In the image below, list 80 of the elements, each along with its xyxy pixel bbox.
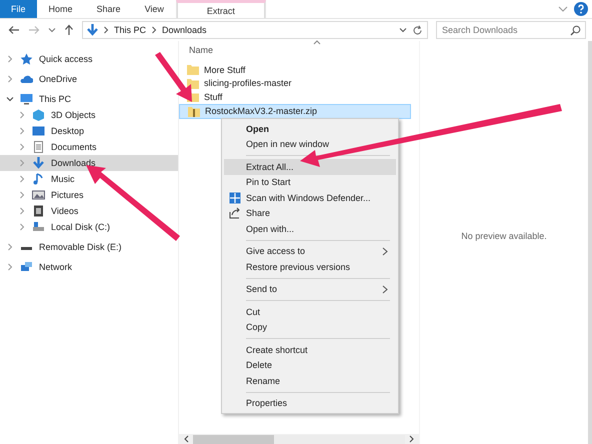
collapse-icon[interactable] <box>6 95 14 103</box>
star-icon <box>20 53 33 65</box>
menu-item[interactable]: Rename <box>224 373 396 388</box>
menu-item[interactable]: Copy <box>224 320 396 335</box>
scroll-left-icon[interactable] <box>183 435 191 443</box>
video-icon <box>32 205 45 217</box>
menu-item[interactable]: Cut <box>224 304 396 320</box>
address-field[interactable]: This PC Downloads <box>82 21 428 39</box>
menu-item[interactable]: Send to <box>224 282 396 297</box>
annotation-arrow <box>155 52 192 102</box>
nav-item[interactable]: Pictures <box>0 187 178 203</box>
nav-item[interactable]: 3D Objects <box>0 107 178 123</box>
preview-message: No preview available. <box>461 231 547 243</box>
ribbon-tab[interactable]: Home <box>36 0 85 18</box>
download-icon <box>32 157 45 169</box>
menu-item[interactable]: Properties <box>224 396 396 411</box>
nav-item[interactable]: OneDrive <box>0 71 178 87</box>
file-tab[interactable]: File <box>0 0 37 18</box>
share-icon <box>229 207 241 220</box>
file-item[interactable]: More Stuff <box>179 63 419 76</box>
cube-icon <box>32 109 45 121</box>
folder-icon <box>187 64 199 76</box>
menu-item[interactable]: Open with... <box>224 221 396 236</box>
expand-icon[interactable] <box>6 75 14 83</box>
picture-icon <box>32 189 45 201</box>
file-item[interactable]: RostockMaxV3.2-master.zip <box>179 104 411 119</box>
up-icon[interactable] <box>64 24 74 36</box>
nav-item[interactable]: Documents <box>0 139 178 155</box>
ribbon-tab[interactable]: Share <box>84 0 133 18</box>
chevron-icon[interactable] <box>558 5 568 13</box>
help-icon[interactable] <box>574 2 588 16</box>
scrollbar-thumb[interactable] <box>193 434 274 444</box>
breadcrumb[interactable]: Downloads <box>162 25 207 35</box>
nav-item[interactable]: Quick access <box>0 51 178 67</box>
ribbon-tab[interactable]: Extract <box>176 0 266 18</box>
folder-icon <box>187 78 199 89</box>
nav-item[interactable]: Local Disk (C:) <box>0 219 178 235</box>
search-field[interactable]: Search Downloads <box>436 21 586 39</box>
refresh-icon[interactable] <box>412 24 423 36</box>
scroll-right-icon[interactable] <box>407 435 415 443</box>
expand-icon[interactable] <box>6 243 14 251</box>
desktop-icon <box>32 125 45 137</box>
nav-item[interactable]: Music <box>0 171 178 187</box>
back-icon[interactable] <box>8 25 20 35</box>
menu-item[interactable]: Open in new window <box>224 136 396 152</box>
menu-item[interactable]: Pin to Start <box>224 174 396 190</box>
column-header[interactable]: Name <box>189 45 214 55</box>
chevron-icon <box>103 26 109 34</box>
dropdown-icon[interactable] <box>48 27 56 33</box>
nav-item[interactable]: Network <box>0 259 178 275</box>
zip-folder-icon <box>188 106 200 117</box>
nav-item[interactable]: Downloads <box>0 155 178 171</box>
menu-item[interactable]: Open <box>224 121 396 136</box>
dropdown-icon[interactable] <box>399 27 407 33</box>
music-icon <box>32 173 45 185</box>
sort-icon <box>313 40 321 45</box>
disk-icon <box>32 221 45 233</box>
chevron-icon <box>151 26 158 34</box>
breadcrumb[interactable]: This PC <box>114 25 146 35</box>
expand-icon[interactable] <box>6 263 14 271</box>
forward-icon[interactable] <box>28 25 40 35</box>
menu-item[interactable]: Restore previous versions <box>224 259 396 274</box>
menu-item[interactable]: Delete <box>224 358 396 373</box>
nav-item[interactable]: Removable Disk (E:) <box>0 239 178 255</box>
menu-item[interactable]: Give access to <box>224 244 396 259</box>
pc-icon <box>20 93 33 105</box>
menu-item[interactable]: Scan with Windows Defender... <box>224 190 396 206</box>
network-icon <box>20 261 33 273</box>
menu-item[interactable]: Share <box>224 206 396 221</box>
menu-item[interactable]: Create shortcut <box>224 342 396 358</box>
menu-item[interactable]: Extract All... <box>224 159 396 174</box>
search-icon <box>570 25 581 36</box>
cloud-icon <box>20 73 33 85</box>
nav-item[interactable]: Videos <box>0 203 178 219</box>
doc-icon <box>32 141 45 153</box>
nav-item[interactable]: This PC <box>0 91 178 107</box>
nav-item[interactable]: Desktop <box>0 123 178 139</box>
download-icon <box>87 24 98 36</box>
expand-icon[interactable] <box>6 55 14 63</box>
ribbon-tab[interactable]: View <box>132 0 176 18</box>
